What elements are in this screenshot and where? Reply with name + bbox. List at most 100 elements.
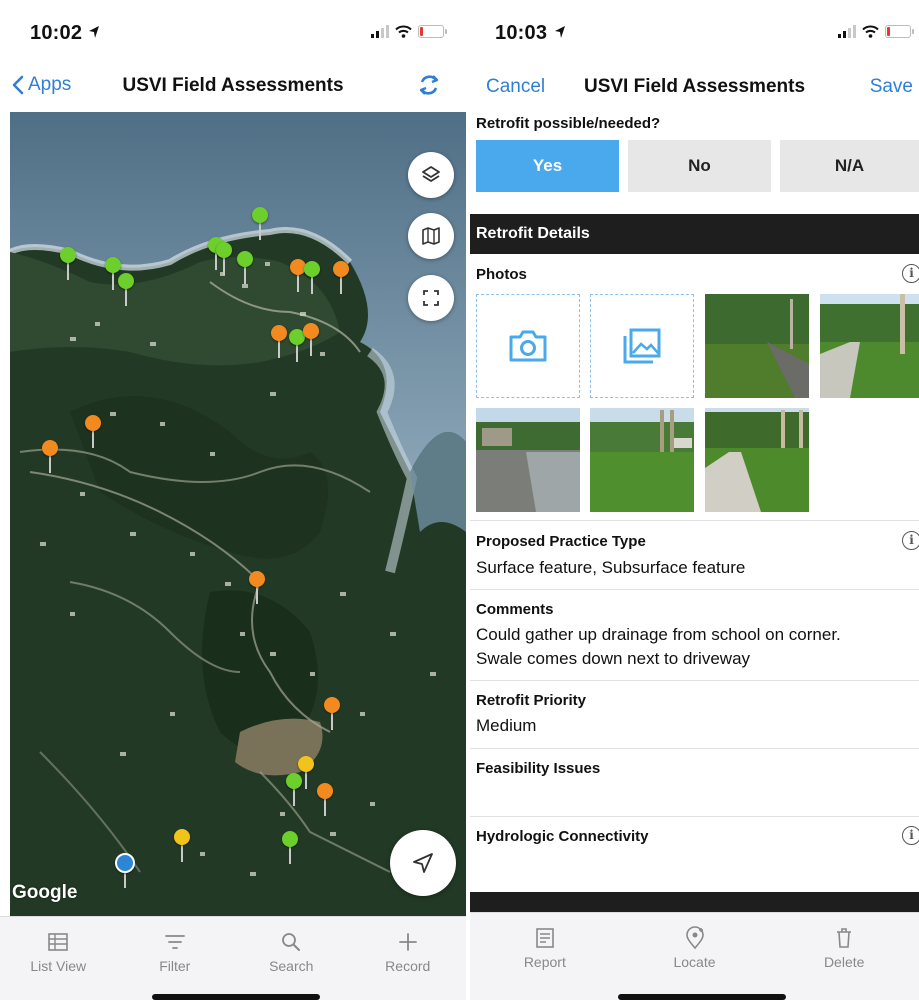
comments-line-2[interactable]: Swale comes down next to driveway: [476, 647, 750, 670]
tab-label: List View: [30, 958, 87, 974]
tab-label: Locate: [673, 954, 716, 970]
map-pin[interactable]: [118, 273, 134, 306]
map-pin[interactable]: [286, 773, 302, 806]
nav-bar: Apps USVI Field Assessments: [0, 62, 466, 110]
proposed-practice-value[interactable]: Surface feature, Subsurface feature: [476, 556, 745, 579]
location-arrow-icon: [89, 26, 99, 38]
map-pin[interactable]: [237, 251, 253, 284]
photo-thumbnail[interactable]: [820, 294, 919, 398]
photo-curb-grass: [705, 408, 809, 512]
photo-thumbnail[interactable]: [705, 294, 809, 398]
trash-icon: [837, 928, 852, 948]
map-imagery: [10, 112, 466, 916]
info-icon[interactable]: i: [902, 826, 919, 845]
search-icon: [282, 933, 301, 951]
photo-thumbnail[interactable]: [476, 408, 580, 512]
system-icons: [371, 24, 447, 38]
gallery-icon: [623, 328, 661, 364]
retrofit-question-label: Retrofit possible/needed?: [476, 115, 661, 132]
satellite-map[interactable]: Google: [10, 112, 466, 916]
map-pin[interactable]: [282, 831, 298, 864]
map-pin[interactable]: [298, 756, 314, 789]
bottom-tab-bar: Report Locate Delete: [470, 912, 919, 1000]
option-na[interactable]: N/A: [780, 140, 919, 192]
locate-arrow-icon: [413, 853, 433, 873]
offline-map-icon: [422, 227, 440, 245]
feasibility-issues-label: Feasibility Issues: [476, 760, 601, 777]
tab-report[interactable]: Report: [470, 913, 620, 1000]
tab-filter[interactable]: Filter: [117, 917, 234, 1000]
option-yes[interactable]: Yes: [476, 140, 619, 192]
map-pin[interactable]: [290, 259, 306, 292]
comments-label: Comments: [476, 601, 554, 618]
tab-label: Filter: [159, 958, 191, 974]
map-pin[interactable]: [252, 207, 268, 240]
retrofit-priority-value[interactable]: Medium: [476, 714, 536, 737]
photos-label: Photos: [476, 266, 527, 283]
status-bar: 10:02: [0, 0, 466, 62]
tab-label: Search: [269, 958, 314, 974]
tab-label: Report: [523, 954, 566, 970]
photo-thumbnail[interactable]: [590, 408, 694, 512]
option-no[interactable]: No: [628, 140, 771, 192]
retrofit-priority-label: Retrofit Priority: [476, 692, 587, 709]
comments-line-1[interactable]: Could gather up drainage from school on …: [476, 623, 841, 646]
photo-sidewalk: [820, 294, 919, 398]
fullscreen-button[interactable]: [408, 275, 454, 321]
info-icon[interactable]: i: [902, 264, 919, 283]
choose-photo-button[interactable]: [590, 294, 694, 398]
tab-label: Record: [385, 958, 431, 974]
locate-button[interactable]: [390, 830, 456, 896]
map-pin-current[interactable]: [115, 853, 135, 888]
home-indicator: [152, 994, 320, 1000]
map-pin[interactable]: [304, 261, 320, 294]
section-header-retrofit-details: Retrofit Details: [470, 214, 919, 254]
offline-map-button[interactable]: [408, 213, 454, 259]
wifi-icon: [395, 25, 412, 38]
map-pin[interactable]: [303, 323, 319, 356]
map-pin[interactable]: [289, 329, 305, 362]
map-pin[interactable]: [174, 829, 190, 862]
report-icon: [536, 928, 554, 948]
photo-bus-stop: [476, 408, 580, 512]
map-pin[interactable]: [60, 247, 76, 280]
save-button[interactable]: Save: [870, 76, 913, 98]
page-title: USVI Field Assessments: [583, 76, 806, 97]
tab-search[interactable]: Search: [233, 917, 350, 1000]
tab-record[interactable]: Record: [350, 917, 467, 1000]
map-pin[interactable]: [249, 571, 265, 604]
photo-thumbnail[interactable]: [705, 408, 809, 512]
tab-label: Delete: [823, 954, 865, 970]
info-icon[interactable]: i: [902, 531, 919, 550]
sync-icon[interactable]: [416, 72, 442, 98]
locate-pin-icon: [685, 926, 704, 950]
map-pin[interactable]: [317, 783, 333, 816]
map-screen: 10:02 Apps USVI Field Assessments Google…: [0, 0, 466, 1000]
tab-delete[interactable]: Delete: [769, 913, 919, 1000]
map-pin[interactable]: [271, 325, 287, 358]
status-time: 10:03: [495, 22, 548, 44]
map-pin[interactable]: [333, 261, 349, 294]
home-indicator: [618, 994, 786, 1000]
signal-icon: [371, 24, 389, 38]
layers-button[interactable]: [408, 152, 454, 198]
status-bar: 10:03: [470, 0, 919, 62]
page-title: USVI Field Assessments: [122, 75, 344, 96]
battery-icon: [885, 24, 914, 38]
fullscreen-icon: [423, 290, 439, 306]
signal-icon: [838, 24, 856, 38]
tab-list-view[interactable]: List View: [0, 917, 117, 1000]
map-pin[interactable]: [324, 697, 340, 730]
map-pin[interactable]: [105, 257, 121, 290]
layers-icon: [422, 166, 440, 182]
tab-locate[interactable]: Locate: [620, 913, 770, 1000]
battery-icon: [418, 24, 447, 38]
location-arrow-icon: [555, 26, 565, 38]
photo-road-grass: [705, 294, 809, 398]
photo-field-palms: [590, 408, 694, 512]
map-pin[interactable]: [85, 415, 101, 448]
map-pin[interactable]: [42, 440, 58, 473]
map-pin[interactable]: [216, 242, 232, 275]
take-photo-button[interactable]: [476, 294, 580, 398]
nav-bar: Cancel USVI Field Assessments Save: [470, 62, 919, 110]
